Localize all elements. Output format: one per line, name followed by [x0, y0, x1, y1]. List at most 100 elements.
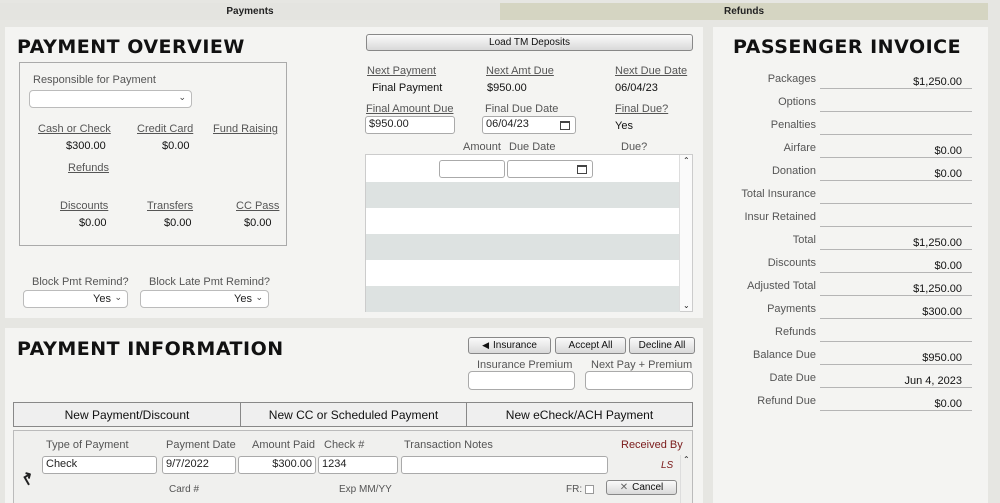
refunds-link[interactable]: Refunds — [68, 162, 109, 174]
credit-card-link[interactable]: Credit Card — [137, 123, 193, 135]
invoice-label: Total Insurance — [741, 188, 816, 200]
tab-refunds[interactable]: Refunds — [500, 3, 988, 20]
accept-all-button[interactable]: Accept All — [555, 337, 626, 354]
deposit-amount-input[interactable] — [439, 160, 505, 178]
invoice-value — [820, 210, 972, 227]
invoice-value: $0.00 — [820, 256, 972, 273]
final-due-date-input[interactable]: 06/04/23 — [482, 116, 576, 134]
col-payment-date: Payment Date — [166, 439, 236, 451]
invoice-value: $0.00 — [820, 164, 972, 181]
scroll-up-icon[interactable]: ⌃ — [683, 455, 690, 464]
invoice-value — [820, 187, 972, 204]
close-icon: ✕ — [619, 482, 629, 493]
invoice-value — [820, 95, 972, 112]
list-row — [366, 234, 680, 260]
list-row — [366, 182, 680, 208]
invoice-value: $1,250.00 — [820, 72, 972, 89]
chevron-down-icon: ⌄ — [255, 292, 263, 302]
cash-or-check-link[interactable]: Cash or Check — [38, 123, 111, 135]
next-payment-link[interactable]: Next Payment — [367, 65, 436, 77]
cc-pass-link[interactable]: CC Pass — [236, 200, 279, 212]
invoice-label: Packages — [767, 73, 816, 85]
invoice-value: $0.00 — [820, 394, 972, 411]
block-late-remind-label: Block Late Pmt Remind? — [149, 276, 271, 288]
payment-overview-title: PAYMENT OVERVIEW — [17, 36, 245, 58]
fr-label: FR: — [566, 484, 583, 495]
tab-payments-label: Payments — [226, 6, 274, 17]
block-pmt-remind-value: Yes — [93, 293, 111, 305]
new-cc-scheduled-payment-button[interactable]: New CC or Scheduled Payment — [240, 402, 467, 427]
scroll-up-icon[interactable]: ⌃ — [683, 156, 690, 165]
decline-all-button[interactable]: Decline All — [629, 337, 695, 354]
insurance-premium-label: Insurance Premium — [477, 359, 573, 371]
next-pay-premium-label: Next Pay + Premium — [591, 359, 693, 371]
check-number-input[interactable]: 1234 — [318, 456, 398, 474]
calendar-icon[interactable] — [560, 121, 570, 130]
final-amount-due-link[interactable]: Final Amount Due — [366, 103, 453, 115]
invoice-value: $1,250.00 — [820, 233, 972, 250]
responsible-select[interactable]: ⌄ — [29, 90, 192, 108]
cash-or-check-value: $300.00 — [66, 140, 106, 152]
exp-label: Exp MM/YY — [339, 484, 392, 495]
new-payment-discount-button[interactable]: New Payment/Discount — [13, 402, 241, 427]
final-amount-due-input[interactable]: $950.00 — [365, 116, 455, 134]
block-late-remind-select[interactable]: Yes ⌄ — [140, 290, 269, 308]
transfers-link[interactable]: Transfers — [147, 200, 193, 212]
chevron-down-icon: ⌄ — [114, 292, 122, 302]
invoice-label: Airfare — [783, 142, 816, 154]
invoice-label: Adjusted Total — [747, 280, 816, 292]
insurance-button[interactable]: ◀ Insurance — [468, 337, 551, 354]
insurance-premium-input[interactable] — [468, 371, 575, 390]
insurance-button-label: Insurance — [493, 340, 537, 351]
load-tm-deposits-button[interactable]: Load TM Deposits — [366, 34, 693, 51]
invoice-value: $300.00 — [820, 302, 972, 319]
transaction-notes-input[interactable] — [401, 456, 608, 474]
fr-checkbox[interactable] — [585, 485, 594, 494]
deposit-due-date-input[interactable] — [507, 160, 593, 178]
chevron-down-icon: ⌄ — [178, 92, 186, 102]
col-type-of-payment: Type of Payment — [46, 439, 129, 451]
col-due-label: Due? — [621, 141, 648, 153]
invoice-label: Penalties — [770, 119, 816, 131]
invoice-label: Refund Due — [757, 395, 816, 407]
calendar-icon[interactable] — [577, 165, 587, 174]
invoice-value: $0.00 — [820, 141, 972, 158]
payment-information-title: PAYMENT INFORMATION — [17, 338, 284, 360]
payment-date-input[interactable]: 9/7/2022 — [162, 456, 236, 474]
col-transaction-notes: Transaction Notes — [404, 439, 493, 451]
next-amt-due-link[interactable]: Next Amt Due — [486, 65, 554, 77]
amount-paid-input[interactable]: $300.00 — [238, 456, 316, 474]
next-pay-premium-input[interactable] — [585, 371, 693, 390]
card-number-label: Card # — [169, 484, 200, 495]
invoice-label: Discounts — [767, 257, 816, 269]
invoice-label: Date Due — [769, 372, 816, 384]
discounts-link[interactable]: Discounts — [60, 200, 108, 212]
left-triangle-icon: ◀ — [482, 340, 489, 350]
col-amount-label: Amount — [463, 141, 501, 153]
new-echeck-ach-payment-button[interactable]: New eCheck/ACH Payment — [466, 402, 693, 427]
list-row — [366, 286, 680, 312]
final-due-link[interactable]: Final Due? — [615, 103, 668, 115]
next-due-date-link[interactable]: Next Due Date — [615, 65, 687, 77]
deposits-list[interactable]: ⌃ ⌄ — [365, 154, 693, 312]
tab-refunds-label: Refunds — [724, 6, 764, 17]
final-due-value: Yes — [615, 120, 633, 132]
scrollbar[interactable]: ⌃ — [680, 455, 692, 503]
block-pmt-remind-select[interactable]: Yes ⌄ — [23, 290, 128, 308]
block-late-remind-value: Yes — [234, 293, 252, 305]
invoice-value: Jun 4, 2023 — [820, 371, 972, 388]
invoice-label: Refunds — [775, 326, 816, 338]
cancel-button[interactable]: ✕ Cancel — [606, 480, 677, 495]
fund-raising-link[interactable]: Fund Raising — [213, 123, 278, 135]
invoice-label: Payments — [767, 303, 816, 315]
invoice-value — [820, 325, 972, 342]
next-payment-value: Final Payment — [372, 82, 443, 94]
col-amount-paid: Amount Paid — [252, 439, 315, 451]
invoice-label: Donation — [771, 165, 816, 177]
transfers-value: $0.00 — [164, 217, 192, 229]
invoice-label: Total — [792, 234, 816, 246]
tab-payments[interactable]: Payments — [0, 3, 500, 20]
col-received-by: Received By — [621, 439, 683, 451]
payment-type-input[interactable]: Check — [42, 456, 157, 474]
invoice-label: Options — [778, 96, 816, 108]
